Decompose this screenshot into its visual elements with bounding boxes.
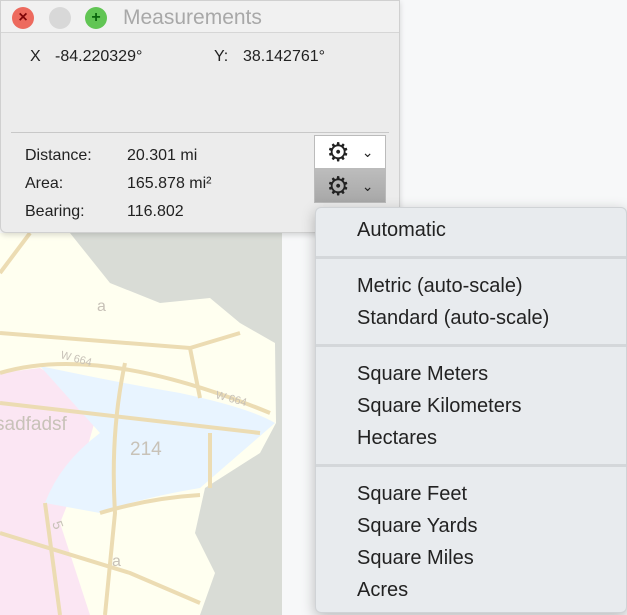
map-label: a — [112, 553, 121, 570]
menu-separator — [316, 256, 626, 259]
area-value: 165.878 mi² — [127, 175, 212, 192]
menu-item-automatic[interactable]: Automatic — [357, 219, 446, 242]
menu-item-standard-auto[interactable]: Standard (auto-scale) — [357, 307, 549, 330]
area-label: Area: — [25, 175, 64, 192]
menu-item-metric-auto[interactable]: Metric (auto-scale) — [357, 275, 523, 298]
gear-icon: ⚙ — [326, 170, 350, 201]
bearing-value: 116.802 — [127, 203, 184, 220]
gear-icon: ⚙ — [326, 136, 350, 167]
minimize-button[interactable] — [49, 7, 71, 29]
menu-item-acres[interactable]: Acres — [357, 579, 408, 602]
area-units-button[interactable]: ⚙ ⌄ — [314, 169, 386, 203]
y-label: Y: — [214, 48, 229, 65]
x-value: -84.220329° — [55, 48, 143, 65]
menu-item-square-yards[interactable]: Square Yards — [357, 515, 477, 538]
menu-item-square-miles[interactable]: Square Miles — [357, 547, 474, 570]
distance-label: Distance: — [25, 147, 92, 164]
map-label: sadfadsf — [0, 414, 68, 435]
area-units-menu: Automatic Metric (auto-scale) Standard (… — [315, 207, 627, 613]
zoom-button[interactable]: + — [85, 7, 107, 29]
chevron-down-icon: ⌄ — [361, 177, 374, 194]
title-bar[interactable]: × + Measurements — [1, 1, 399, 33]
window-title: Measurements — [123, 6, 262, 29]
map-view[interactable]: a W 664 W 664 sadfadsf 214 5 a — [0, 233, 282, 615]
y-value: 38.142761° — [243, 48, 326, 65]
menu-item-square-meters[interactable]: Square Meters — [357, 363, 488, 386]
divider — [11, 132, 389, 133]
measurements-window: × + Measurements X -84.220329° Y: 38.142… — [0, 0, 400, 233]
chevron-down-icon: ⌄ — [361, 143, 374, 160]
menu-item-hectares[interactable]: Hectares — [357, 427, 437, 450]
bearing-label: Bearing: — [25, 203, 85, 220]
distance-units-button[interactable]: ⚙ ⌄ — [314, 135, 386, 169]
map-label: a — [97, 298, 106, 315]
distance-value: 20.301 mi — [127, 147, 198, 164]
menu-separator — [316, 464, 626, 467]
menu-item-square-kilometers[interactable]: Square Kilometers — [357, 395, 522, 418]
menu-separator — [316, 344, 626, 347]
close-button[interactable]: × — [12, 7, 34, 29]
map-label: 214 — [130, 439, 162, 460]
menu-item-square-feet[interactable]: Square Feet — [357, 483, 467, 506]
x-label: X — [30, 48, 41, 65]
